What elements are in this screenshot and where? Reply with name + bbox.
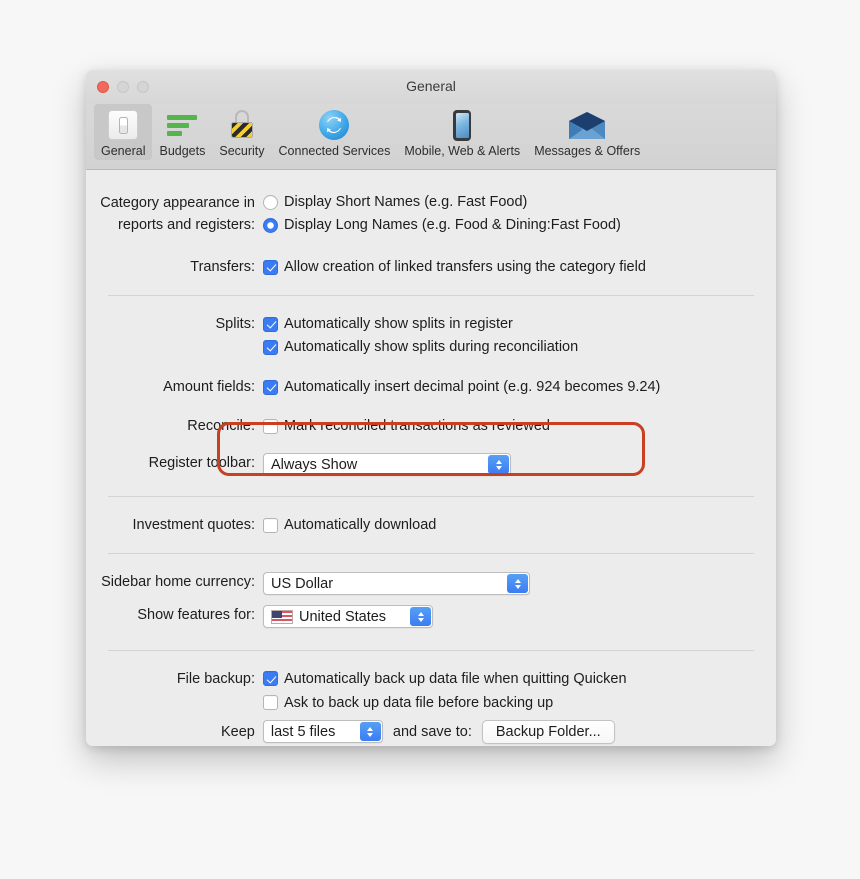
backup-folder-button[interactable]: Backup Folder... bbox=[481, 719, 615, 744]
checkbox-auto-download-quotes-label: Automatically download bbox=[284, 517, 437, 533]
checkbox-splits-during-reconciliation-label: Automatically show splits during reconci… bbox=[284, 339, 579, 355]
sidebar-home-currency-select[interactable]: US Dollar bbox=[263, 572, 530, 595]
general-preferences-pane: Category appearance in reports and regis… bbox=[86, 192, 776, 746]
checkbox-ask-before-backup[interactable]: Ask to back up data file before backing … bbox=[263, 693, 776, 713]
sidebar-home-currency-row: Sidebar home currency: US Dollar bbox=[86, 572, 776, 595]
checkbox-auto-backup-on-quit-label: Automatically back up data file when qui… bbox=[284, 670, 627, 687]
file-backup-label: File backup: bbox=[176, 670, 255, 687]
reconcile-label: Reconcile: bbox=[187, 418, 255, 434]
checkbox-splits-in-register-label: Automatically show splits in register bbox=[284, 316, 513, 332]
save-to-label: and save to: bbox=[392, 723, 472, 740]
checkbox-splits-during-reconciliation-control[interactable] bbox=[263, 339, 278, 355]
window-title: General bbox=[406, 78, 456, 94]
chevron-updown-icon[interactable] bbox=[359, 722, 381, 741]
register-toolbar-label: Register toolbar: bbox=[148, 455, 255, 471]
keep-label: Keep bbox=[221, 723, 255, 740]
radio-display-short-names[interactable]: Display Short Names (e.g. Fast Food) bbox=[263, 192, 776, 212]
padlock-icon bbox=[230, 107, 254, 143]
preferences-toolbar: General Budgets Security Connected Servi… bbox=[86, 104, 776, 170]
sidebar-home-currency-label: Sidebar home currency: bbox=[101, 574, 255, 590]
splits-row: Splits: Automatically show splits in reg… bbox=[86, 314, 776, 357]
register-toolbar-row: Register toolbar: Always Show bbox=[86, 453, 776, 476]
splits-label: Splits: bbox=[215, 316, 256, 332]
tab-messages-offers-label: Messages & Offers bbox=[534, 144, 641, 158]
sync-arrows-icon bbox=[319, 107, 350, 143]
show-features-for-label: Show features for: bbox=[137, 607, 255, 623]
chevron-updown-icon[interactable] bbox=[410, 607, 431, 626]
window-titlebar: General bbox=[86, 70, 776, 104]
divider-3 bbox=[108, 553, 754, 554]
chevron-updown-icon[interactable] bbox=[488, 455, 509, 474]
checkbox-splits-in-register[interactable]: Automatically show splits in register bbox=[263, 314, 776, 334]
toggle-switch-icon bbox=[108, 107, 139, 143]
show-features-for-row: Show features for: United States bbox=[86, 605, 776, 629]
tab-security-label: Security bbox=[219, 144, 265, 158]
checkbox-mark-reconciled-reviewed-label: Mark reconciled transactions as reviewed bbox=[284, 418, 550, 434]
show-features-for-select[interactable]: United States bbox=[263, 605, 433, 628]
backup-keep-row: Keep last 5 files and save to: Backup Fo… bbox=[221, 719, 776, 744]
checkbox-auto-download-quotes[interactable]: Automatically download bbox=[263, 515, 776, 535]
tab-mobile-web-alerts[interactable]: Mobile, Web & Alerts bbox=[397, 104, 527, 160]
us-flag-icon bbox=[271, 609, 293, 624]
reconcile-row: Reconcile: Mark reconciled transactions … bbox=[86, 416, 776, 436]
radio-long-names-control[interactable] bbox=[263, 217, 278, 233]
radio-short-names-control[interactable] bbox=[263, 194, 278, 210]
radio-display-long-names[interactable]: Display Long Names (e.g. Food & Dining:F… bbox=[263, 215, 776, 235]
divider-1 bbox=[108, 295, 754, 296]
preferences-window: General General Budgets Security Connect… bbox=[86, 70, 776, 746]
investment-quotes-label: Investment quotes: bbox=[132, 517, 255, 533]
register-toolbar-select[interactable]: Always Show bbox=[263, 453, 511, 476]
tab-connected-services-label: Connected Services bbox=[278, 144, 391, 158]
transfers-row: Transfers: Allow creation of linked tran… bbox=[86, 257, 776, 277]
checkbox-mark-reconciled-reviewed-control[interactable] bbox=[263, 418, 278, 434]
checkbox-auto-backup-on-quit[interactable]: Automatically back up data file when qui… bbox=[263, 669, 776, 689]
radio-short-names-label: Display Short Names (e.g. Fast Food) bbox=[284, 194, 528, 210]
checkbox-ask-before-backup-label: Ask to back up data file before backing … bbox=[284, 694, 554, 711]
divider-4 bbox=[108, 649, 754, 651]
tab-general-label: General bbox=[101, 144, 146, 158]
divider-2 bbox=[108, 496, 754, 497]
transfers-label: Transfers: bbox=[190, 259, 255, 275]
envelope-icon bbox=[569, 107, 606, 143]
checkbox-insert-decimal-point[interactable]: Automatically insert decimal point (e.g.… bbox=[263, 377, 776, 397]
checkbox-insert-decimal-point-label: Automatically insert decimal point (e.g.… bbox=[284, 379, 661, 395]
register-toolbar-value: Always Show bbox=[271, 456, 358, 473]
show-features-for-value: United States bbox=[299, 608, 387, 625]
tab-messages-offers[interactable]: Messages & Offers bbox=[527, 104, 647, 160]
checkbox-auto-backup-on-quit-control[interactable] bbox=[263, 671, 278, 686]
checkbox-auto-download-quotes-control[interactable] bbox=[263, 517, 278, 533]
tab-mobile-web-alerts-label: Mobile, Web & Alerts bbox=[404, 144, 521, 158]
tab-budgets[interactable]: Budgets bbox=[152, 104, 212, 160]
category-appearance-label: Category appearance in reports and regis… bbox=[100, 195, 255, 233]
radio-long-names-label: Display Long Names (e.g. Food & Dining:F… bbox=[284, 217, 621, 233]
investment-quotes-row: Investment quotes: Automatically downloa… bbox=[86, 515, 776, 535]
phone-icon bbox=[453, 107, 472, 143]
tab-connected-services[interactable]: Connected Services bbox=[272, 104, 398, 160]
tab-general[interactable]: General bbox=[94, 104, 153, 160]
checkbox-splits-in-register-control[interactable] bbox=[263, 316, 278, 332]
checkbox-insert-decimal-point-control[interactable] bbox=[263, 379, 278, 395]
checkbox-ask-before-backup-control[interactable] bbox=[263, 695, 278, 710]
tab-security[interactable]: Security bbox=[212, 104, 271, 160]
category-appearance-row: Category appearance in reports and regis… bbox=[86, 192, 776, 236]
chevron-updown-icon[interactable] bbox=[507, 574, 528, 593]
bar-chart-icon bbox=[167, 107, 198, 143]
checkbox-allow-linked-transfers-label: Allow creation of linked transfers using… bbox=[284, 259, 646, 275]
tab-budgets-label: Budgets bbox=[159, 144, 206, 158]
checkbox-splits-during-reconciliation[interactable]: Automatically show splits during reconci… bbox=[263, 337, 776, 357]
amount-fields-row: Amount fields: Automatically insert deci… bbox=[86, 377, 776, 397]
sidebar-home-currency-value: US Dollar bbox=[271, 575, 334, 592]
checkbox-allow-linked-transfers[interactable]: Allow creation of linked transfers using… bbox=[263, 257, 776, 277]
checkbox-mark-reconciled-reviewed[interactable]: Mark reconciled transactions as reviewed bbox=[263, 416, 776, 436]
file-backup-row: File backup: Automatically back up data … bbox=[86, 669, 776, 744]
keep-files-select[interactable]: last 5 files bbox=[262, 720, 383, 743]
checkbox-allow-linked-transfers-control[interactable] bbox=[263, 259, 278, 275]
keep-files-value: last 5 files bbox=[270, 723, 336, 740]
amount-fields-label: Amount fields: bbox=[163, 379, 255, 395]
